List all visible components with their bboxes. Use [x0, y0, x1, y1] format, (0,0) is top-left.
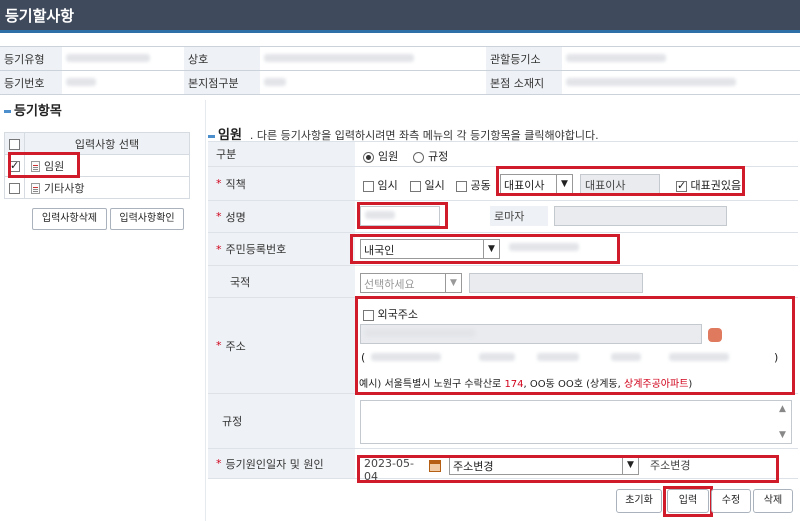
rule-textarea[interactable] — [360, 400, 792, 444]
checkbox-temporary[interactable]: 임시 — [363, 177, 398, 193]
label-address: * 주소 — [208, 298, 355, 393]
label-rule: 규정 — [208, 394, 355, 448]
info-label-type: 등기유형 — [0, 46, 62, 71]
info-label-registry: 관할등기소 — [486, 46, 562, 71]
label-type: 구분 — [208, 142, 355, 166]
checkbox-oneoff[interactable]: 일시 — [410, 177, 445, 193]
label-rrn: * 주민등록번호 — [208, 233, 355, 265]
highlight-name — [357, 202, 448, 229]
bullet-icon — [208, 134, 215, 138]
reset-button[interactable]: 초기화 — [616, 489, 662, 513]
info-value-branch — [260, 70, 486, 95]
country-select[interactable]: 선택하세요 ▼ — [360, 273, 462, 293]
label-nationality: 국적 — [208, 266, 355, 297]
input-button[interactable]: 입력 — [667, 489, 709, 513]
info-label-branch: 본지점구분 — [184, 70, 260, 95]
edit-button[interactable]: 수정 — [711, 489, 751, 513]
radio-rule[interactable]: 규정 — [413, 148, 448, 164]
list-item[interactable]: 기타사항 — [4, 176, 190, 199]
row-nationality: 국적 선택하세요 ▼ — [208, 266, 798, 298]
label-cause: * 등기원인일자 및 원인 — [208, 449, 355, 478]
highlight-position — [496, 166, 745, 196]
info-value-number — [62, 70, 184, 95]
highlight-cause — [357, 455, 779, 483]
item-label-other[interactable]: 기타사항 — [44, 182, 84, 195]
highlight-officer-item — [8, 152, 80, 178]
scroll-down-icon[interactable]: ▼ — [779, 430, 786, 440]
scroll-up-icon[interactable]: ▲ — [779, 404, 786, 414]
bullet-icon — [4, 110, 11, 113]
info-value-company — [260, 46, 486, 71]
country-text[interactable] — [469, 273, 643, 293]
panel-divider — [205, 100, 206, 521]
row-rule: 규정 ▲ ▼ — [208, 394, 798, 449]
confirm-entry-button[interactable]: 입력사항확인 — [110, 208, 184, 230]
radio-button[interactable] — [363, 151, 374, 163]
label-position: * 직책 — [208, 167, 355, 200]
info-value-type — [62, 46, 184, 71]
title-stripe — [0, 30, 800, 33]
registration-info-table: 등기유형 상호 관할등기소 등기번호 본지점구분 본점 소재지 — [0, 46, 800, 95]
info-label-company: 상호 — [184, 46, 260, 71]
roman-label: 로마자 — [490, 206, 548, 226]
registration-items-panel: 등기항목 입력사항 선택 임원 기타사항 입력사항삭제 입력사항확인 — [0, 100, 200, 230]
info-label-hq-address: 본점 소재지 — [486, 70, 562, 95]
checkbox-joint[interactable]: 공동 — [456, 177, 491, 193]
select-all-checkbox[interactable] — [9, 138, 20, 150]
section-title-items: 등기항목 — [0, 100, 200, 120]
highlight-rrn — [350, 234, 620, 264]
roman-name-input[interactable] — [554, 206, 727, 226]
row-type: 구분 임원 규정 — [208, 141, 798, 167]
document-icon — [31, 183, 40, 194]
info-value-registry — [562, 46, 800, 71]
radio-officer[interactable]: 임원 — [363, 148, 398, 164]
delete-entry-button[interactable]: 입력사항삭제 — [32, 208, 107, 230]
row-name: * 성명 로마자 — [208, 201, 798, 233]
label-name: * 성명 — [208, 201, 355, 232]
page-title: 등기할사항 — [0, 0, 800, 30]
radio-button[interactable] — [413, 151, 424, 163]
highlight-address — [355, 296, 795, 395]
delete-button[interactable]: 삭제 — [753, 489, 793, 513]
info-label-number: 등기번호 — [0, 70, 62, 95]
chevron-down-icon: ▼ — [445, 274, 461, 292]
item-checkbox-other[interactable] — [9, 182, 20, 194]
info-value-hq-address — [562, 70, 800, 95]
